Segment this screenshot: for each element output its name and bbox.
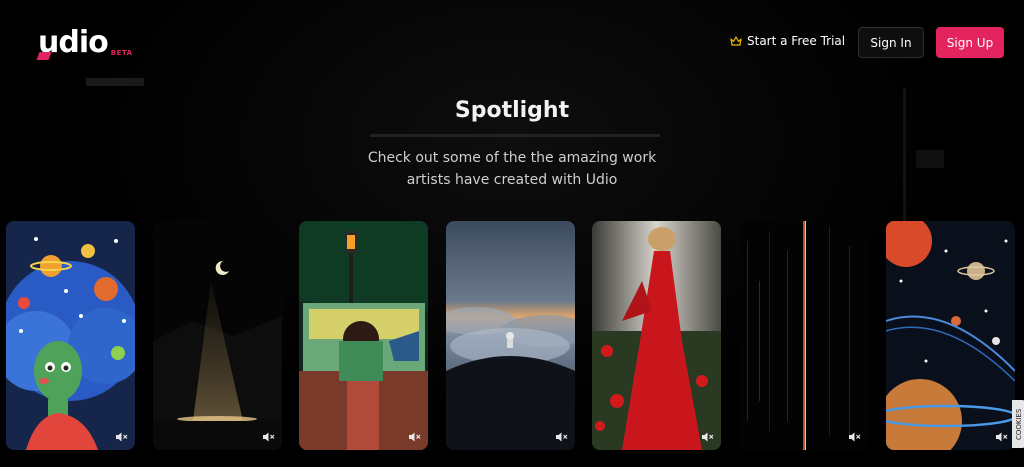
card-moon-sparkles[interactable]: [153, 221, 282, 450]
mute-icon[interactable]: [995, 431, 1009, 443]
cosmic-girl-artwork: [6, 221, 135, 450]
mute-icon[interactable]: [115, 431, 129, 443]
moon-sparkles-artwork: [153, 221, 282, 450]
spotlight-subtitle: Check out some of the the amazing work a…: [367, 150, 657, 188]
street-lamp-artwork: [299, 221, 428, 450]
card-planets[interactable]: [886, 221, 1015, 450]
planets-artwork: [886, 221, 1015, 450]
card-red-dress[interactable]: [592, 221, 721, 450]
sign-in-button[interactable]: Sign In: [858, 27, 924, 58]
mute-icon[interactable]: [701, 431, 715, 443]
udio-logo[interactable]: udio BETA: [36, 28, 133, 60]
mute-icon[interactable]: [262, 431, 276, 443]
backdrop-shape: [86, 78, 144, 86]
cookies-tab[interactable]: COOKIES: [1012, 400, 1024, 448]
mute-icon[interactable]: [408, 431, 422, 443]
backdrop-shape: [916, 150, 944, 168]
backdrop-shape: [370, 134, 660, 137]
mute-icon[interactable]: [555, 431, 569, 443]
astronaut-clouds-artwork: [446, 221, 575, 450]
glitch-artwork: [739, 221, 868, 450]
start-free-trial-label: Start a Free Trial: [747, 34, 846, 48]
crown-icon: [730, 36, 742, 46]
mute-icon[interactable]: [848, 431, 862, 443]
card-cosmic-girl[interactable]: [6, 221, 135, 450]
card-street-lamp[interactable]: [299, 221, 428, 450]
beta-badge: BETA: [110, 49, 133, 57]
spotlight-title: Spotlight: [454, 98, 570, 123]
card-glitch[interactable]: [739, 221, 868, 450]
card-astronaut-clouds[interactable]: [446, 221, 575, 450]
red-dress-artwork: [592, 221, 721, 450]
start-free-trial-link[interactable]: Start a Free Trial: [730, 34, 845, 48]
sign-up-button[interactable]: Sign Up: [936, 27, 1004, 58]
